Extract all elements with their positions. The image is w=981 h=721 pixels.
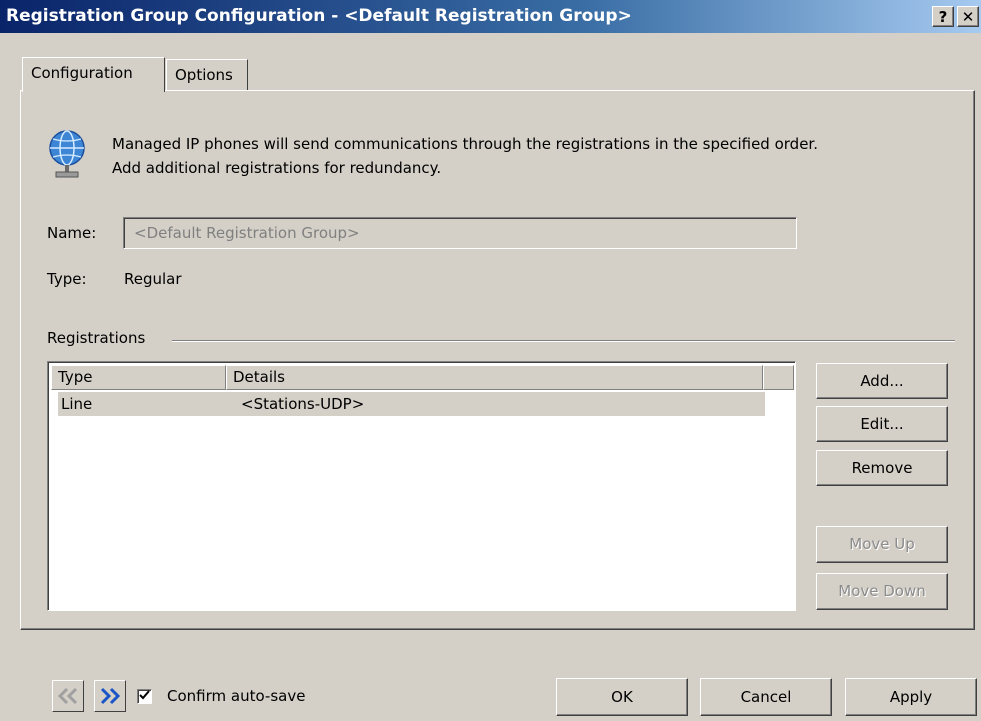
checkmark-icon (139, 690, 150, 700)
confirm-auto-save-label[interactable]: Confirm auto-save (167, 687, 305, 705)
globe-network-icon (49, 130, 85, 178)
name-label: Name: (47, 224, 97, 242)
registrations-list[interactable]: Type Details Line <Stations-UDP> (47, 361, 796, 611)
edit-button[interactable]: Edit... (816, 406, 948, 442)
tab-options-label: Options (175, 66, 233, 84)
table-row[interactable]: Line <Stations-UDP> (58, 392, 765, 416)
cancel-button[interactable]: Cancel (700, 678, 832, 716)
tab-options[interactable]: Options (166, 59, 248, 91)
apply-button[interactable]: Apply (845, 678, 977, 716)
window-title: Registration Group Configuration - <Defa… (6, 6, 632, 26)
row-details-cell: <Stations-UDP> (241, 395, 365, 413)
column-header-details[interactable]: Details (226, 365, 763, 390)
help-icon: ? (938, 8, 948, 26)
forward-button[interactable] (94, 680, 126, 712)
move-up-button[interactable]: Move Up (816, 526, 948, 563)
tab-configuration[interactable]: Configuration (22, 57, 165, 92)
info-line-1: Managed IP phones will send communicatio… (112, 135, 818, 153)
remove-button[interactable]: Remove (816, 450, 948, 486)
column-header-details-label: Details (233, 368, 286, 386)
info-text: Managed IP phones will send communicatio… (112, 132, 818, 180)
row-type-cell: Line (61, 395, 93, 413)
type-value: Regular (124, 270, 182, 288)
info-line-2: Add additional registrations for redunda… (112, 159, 442, 177)
tab-configuration-label: Configuration (31, 64, 133, 82)
move-down-button[interactable]: Move Down (816, 573, 948, 610)
group-divider (172, 340, 955, 342)
type-label: Type: (47, 270, 87, 288)
confirm-auto-save-checkbox[interactable] (137, 689, 152, 704)
name-field: <Default Registration Group> (123, 217, 797, 249)
title-bar: Registration Group Configuration - <Defa… (0, 0, 981, 33)
double-chevron-right-icon (100, 687, 121, 705)
help-button[interactable]: ? (932, 6, 954, 27)
double-chevron-left-icon (57, 687, 78, 705)
column-header-type[interactable]: Type (51, 365, 226, 390)
close-icon: ✕ (961, 8, 975, 26)
close-button[interactable]: ✕ (957, 6, 979, 27)
column-header-filler (763, 365, 794, 390)
back-button[interactable] (52, 680, 84, 712)
column-header-type-label: Type (58, 368, 93, 386)
ok-button[interactable]: OK (556, 678, 688, 716)
add-button[interactable]: Add... (816, 363, 948, 399)
registrations-group-label: Registrations (47, 329, 146, 347)
